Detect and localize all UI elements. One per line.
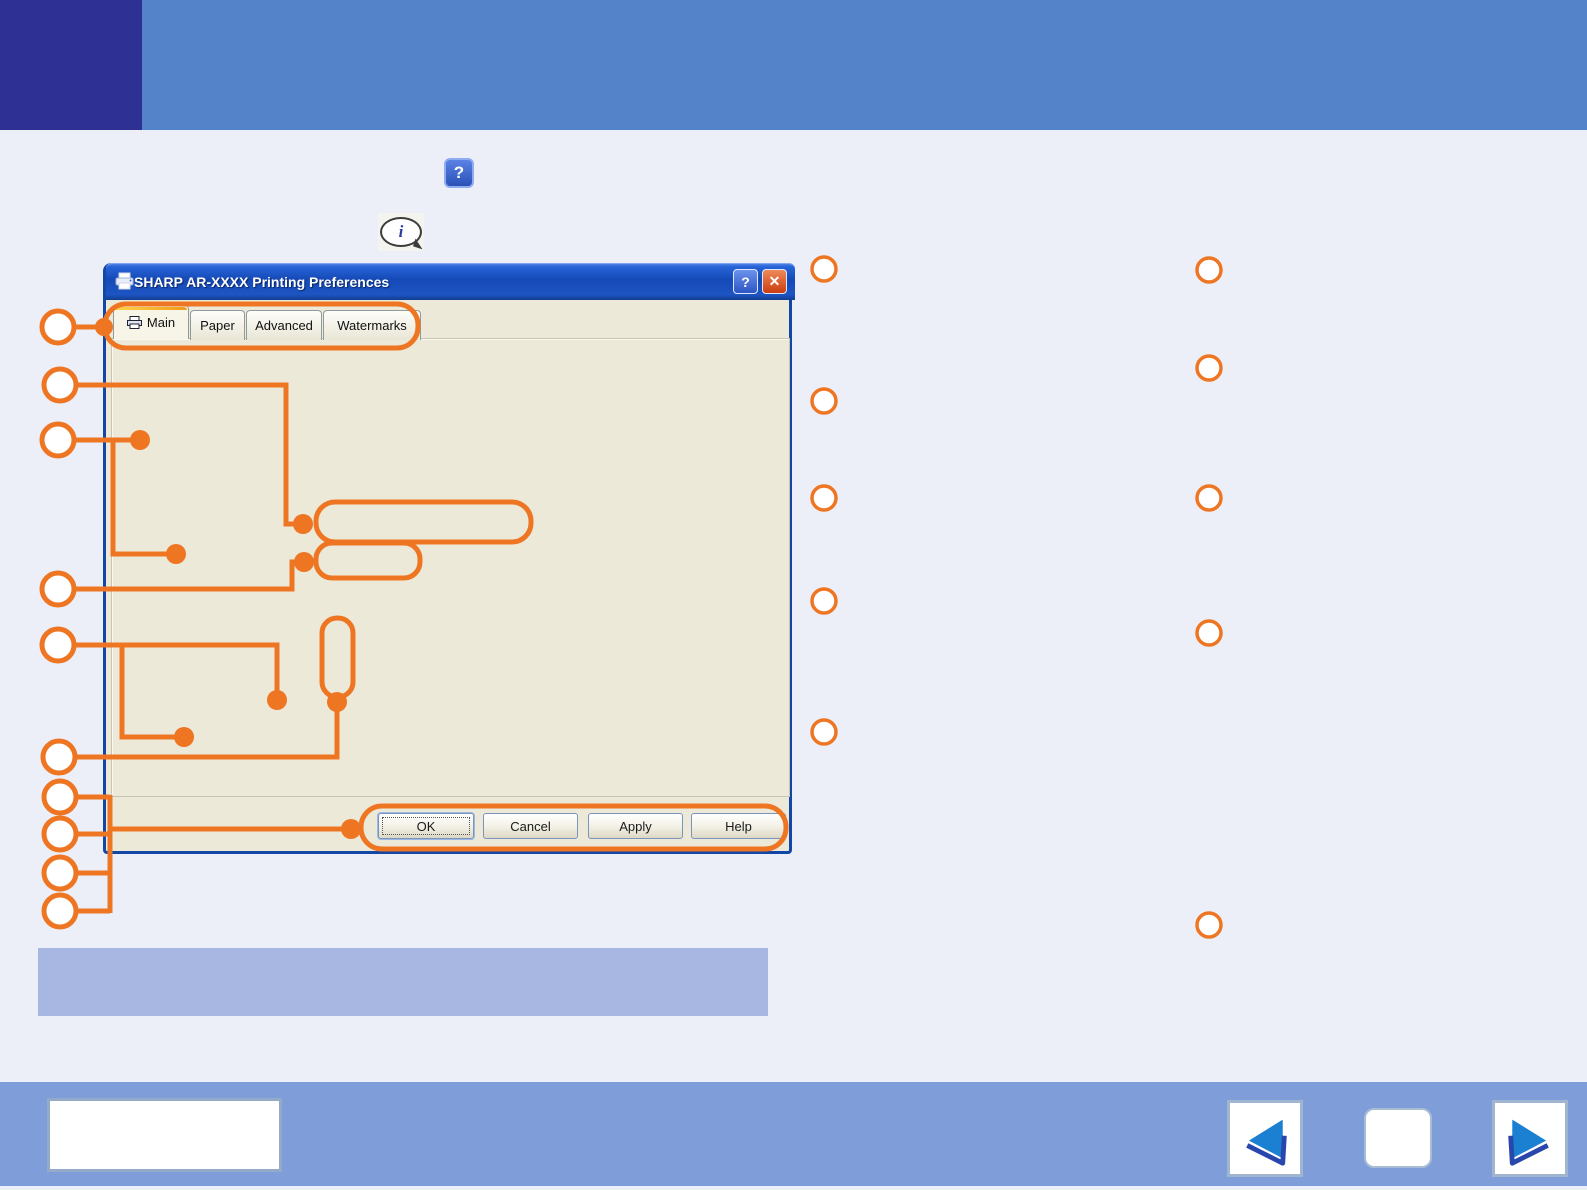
header-blue-bar: [142, 0, 1587, 130]
tab-label: Main: [146, 315, 176, 330]
nav-back-button[interactable]: [1227, 1100, 1303, 1177]
note-box: [38, 948, 768, 1016]
tab-page-panel: [111, 338, 790, 797]
help-badge-icon: ?: [444, 158, 474, 188]
apply-button[interactable]: Apply: [588, 813, 683, 839]
titlebar-help-button[interactable]: ?: [733, 269, 758, 294]
dialog-titlebar[interactable]: SHARP AR-XXXX Printing Preferences ? ✕: [106, 263, 795, 300]
tab-watermarks[interactable]: Watermarks: [323, 310, 421, 340]
titlebar-close-button[interactable]: ✕: [762, 269, 787, 294]
nav-forward-button[interactable]: [1492, 1100, 1568, 1177]
info-glyph: i: [398, 222, 404, 241]
page-number-box: [1364, 1108, 1432, 1168]
forward-arrow-icon: [1508, 1119, 1549, 1166]
printer-icon: [115, 272, 134, 290]
info-note-icon: i: [378, 213, 425, 251]
manual-page: ? i SHARP AR-XXXX Printing Preferences ?…: [0, 0, 1587, 1190]
callout-circles-right: [810, 255, 1223, 939]
dialog-title: SHARP AR-XXXX Printing Preferences: [134, 273, 390, 290]
tab-label: Watermarks: [337, 318, 407, 333]
tab-advanced[interactable]: Advanced: [246, 310, 322, 340]
ok-button[interactable]: OK: [378, 813, 474, 839]
footer-text-box: [47, 1098, 282, 1172]
tab-paper[interactable]: Paper: [190, 310, 245, 340]
back-arrow-icon: [1246, 1119, 1287, 1166]
printing-preferences-dialog: SHARP AR-XXXX Printing Preferences ? ✕ M…: [103, 263, 795, 854]
info-bubble-tail: [413, 238, 425, 250]
callout-circles-left: [39, 308, 79, 930]
tab-label: Advanced: [255, 318, 313, 333]
info-bubble-icon: i: [380, 217, 425, 250]
tab-label: Paper: [200, 318, 235, 333]
help-button[interactable]: Help: [691, 813, 786, 839]
tab-main[interactable]: Main: [113, 305, 189, 339]
tab-printer-icon: [126, 316, 142, 329]
cancel-button[interactable]: Cancel: [483, 813, 578, 839]
header-dark-block: [0, 0, 142, 130]
